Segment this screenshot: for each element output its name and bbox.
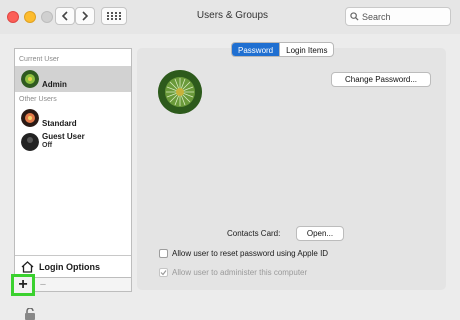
- administer-checkbox: [159, 268, 168, 277]
- reset-password-option[interactable]: Allow user to reset password using Apple…: [159, 249, 328, 258]
- chevron-left-icon: [61, 11, 68, 21]
- tab-bar: Password Login Items: [231, 42, 335, 57]
- title-bar: Users & Groups Search: [0, 0, 460, 34]
- other-users-heading: Other Users: [19, 96, 57, 103]
- dandelion-picture: [158, 70, 202, 114]
- house-icon: [21, 260, 34, 273]
- guest-avatar: [21, 133, 39, 151]
- checkmark-icon: [160, 270, 167, 276]
- forward-button[interactable]: [75, 7, 95, 25]
- current-user-heading: Current User: [19, 56, 60, 63]
- user-row-admin[interactable]: Admin: [15, 66, 131, 92]
- close-window-button[interactable]: [7, 11, 19, 23]
- search-field[interactable]: Search: [345, 7, 451, 26]
- login-options-label: Login Options: [39, 261, 100, 272]
- grid-icon: [107, 12, 121, 20]
- administer-option: Allow user to administer this computer: [159, 268, 307, 277]
- reset-password-label: Allow user to reset password using Apple…: [172, 249, 329, 258]
- back-button[interactable]: [55, 7, 75, 25]
- admin-avatar: [21, 70, 39, 88]
- user-row-standard[interactable]: Standard: [15, 105, 131, 131]
- user-row-guest[interactable]: Guest User Off: [15, 129, 131, 157]
- user-picture[interactable]: [158, 70, 202, 114]
- search-icon: [350, 12, 359, 21]
- tab-password[interactable]: Password: [232, 43, 280, 56]
- window-title: Users & Groups: [196, 10, 269, 21]
- user-name: Admin: [42, 80, 67, 89]
- change-password-button[interactable]: Change Password...: [331, 72, 431, 87]
- standard-avatar: [21, 109, 39, 127]
- minimize-window-button[interactable]: [24, 11, 36, 23]
- zoom-window-button[interactable]: [41, 11, 53, 23]
- user-list: Current User Admin Other Users Standard …: [14, 48, 132, 278]
- tab-login-items[interactable]: Login Items: [279, 43, 333, 56]
- show-all-button[interactable]: [101, 7, 127, 25]
- lock-icon[interactable]: [24, 308, 36, 320]
- user-status: Off: [42, 142, 53, 149]
- reset-password-checkbox[interactable]: [159, 249, 168, 258]
- user-name: Standard: [42, 119, 77, 128]
- user-name: Guest User: [42, 132, 85, 141]
- remove-user-button[interactable]: −: [37, 279, 49, 291]
- administer-label: Allow user to administer this computer: [172, 268, 308, 277]
- chevron-right-icon: [82, 11, 89, 21]
- add-user-button[interactable]: +: [11, 274, 35, 296]
- open-contacts-button[interactable]: Open...: [296, 226, 344, 241]
- search-placeholder: Search: [362, 11, 391, 22]
- contacts-card-label: Contacts Card:: [227, 229, 281, 238]
